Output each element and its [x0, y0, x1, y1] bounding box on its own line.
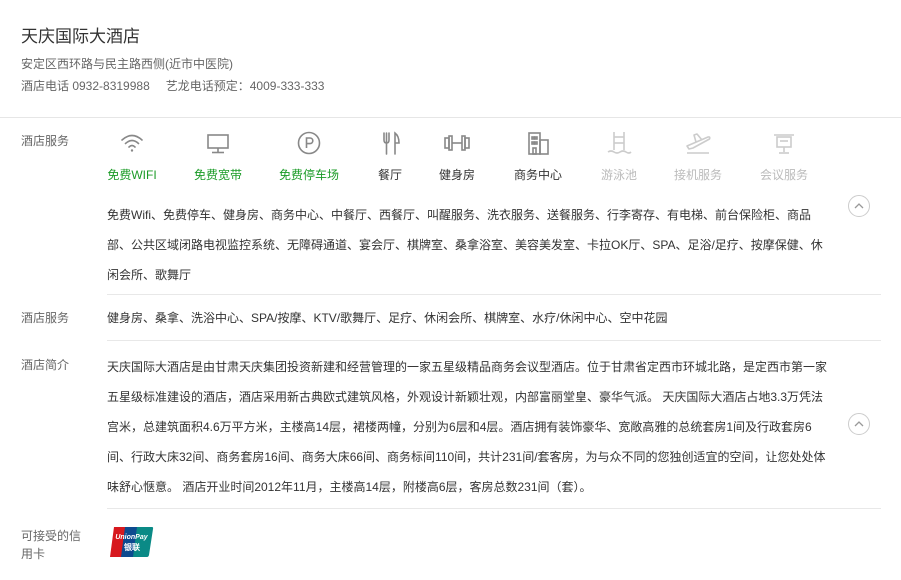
hotel-phones: 酒店电话 0932-8319988 艺龙电话预定：4009-333-333	[21, 77, 324, 94]
facility-restaurant: 餐厅	[375, 128, 405, 183]
collapse-toggle[interactable]	[848, 195, 870, 217]
divider	[107, 294, 881, 295]
facility-wifi: 免费WIFI	[107, 128, 157, 183]
facility-label: 餐厅	[377, 168, 402, 182]
facility-pool: 游泳池	[599, 128, 639, 183]
intro-text: 天庆国际大酒店是由甘肃天庆集团投资新建和经营管理的一家五星级精品商务会议型酒店。…	[107, 360, 828, 494]
divider	[107, 340, 881, 341]
facility-label: 免费宽带	[193, 168, 242, 182]
unionpay-logo: UnionPay 银联	[110, 527, 154, 557]
facility-label: 商务中心	[513, 168, 562, 182]
facility-parking: 免费停车场	[279, 128, 339, 183]
chevron-up-icon	[854, 421, 864, 427]
building-icon	[528, 132, 549, 155]
wifi-icon	[121, 134, 143, 152]
meeting-icon	[774, 134, 794, 154]
divider	[0, 117, 901, 118]
services-list: 免费Wifi、免费停车、健身房、商务中心、中餐厅、西餐厅、叫醒服务、洗衣服务、送…	[107, 208, 823, 282]
pool-icon	[607, 132, 632, 154]
monitor-icon	[207, 134, 229, 154]
fork-knife-icon	[383, 131, 400, 155]
cards-label: 可接受的信用卡	[21, 529, 82, 561]
parking-icon	[297, 131, 321, 155]
facility-label: 健身房	[438, 168, 475, 182]
facility-label: 游泳池	[600, 168, 637, 182]
dumbbell-icon	[444, 135, 470, 151]
facility-gym: 健身房	[437, 128, 477, 183]
divider	[107, 508, 881, 509]
intro-label: 酒店简介	[21, 358, 70, 372]
facility-label: 接机服务	[673, 168, 722, 182]
services2-list: 健身房、桑拿、洗浴中心、SPA/按摩、KTV/歌舞厅、足疗、休闲会所、棋牌室、水…	[107, 311, 668, 325]
facility-label: 会议服务	[759, 168, 808, 182]
facility-broadband: 免费宽带	[193, 128, 243, 183]
hotel-address: 安定区西环路与民主路西侧(近市中医院)	[21, 57, 233, 71]
booking-phone: 艺龙电话预定：4009-333-333	[165, 79, 325, 93]
facility-airport-shuttle: 接机服务	[673, 128, 723, 183]
hotel-name: 天庆国际大酒店	[21, 27, 140, 46]
airplane-icon	[686, 133, 711, 154]
facilities-label: 酒店服务	[21, 134, 70, 148]
facility-label: 免费WIFI	[107, 168, 157, 182]
facility-meeting: 会议服务	[759, 128, 809, 183]
services2-label: 酒店服务	[21, 311, 70, 325]
facility-label: 免费停车场	[279, 168, 340, 182]
hotel-phone: 酒店电话 0932-8319988	[21, 79, 150, 93]
chevron-up-icon	[854, 203, 864, 209]
svg-text:UnionPay: UnionPay	[115, 534, 148, 541]
facility-business-center: 商务中心	[513, 128, 563, 183]
svg-text:银联: 银联	[123, 542, 140, 552]
collapse-toggle[interactable]	[848, 413, 870, 435]
facility-icons: 免费WIFI 免费宽带 免费停车场 餐厅 健身房 商务中心 游泳池 接机服务 会…	[107, 128, 827, 184]
